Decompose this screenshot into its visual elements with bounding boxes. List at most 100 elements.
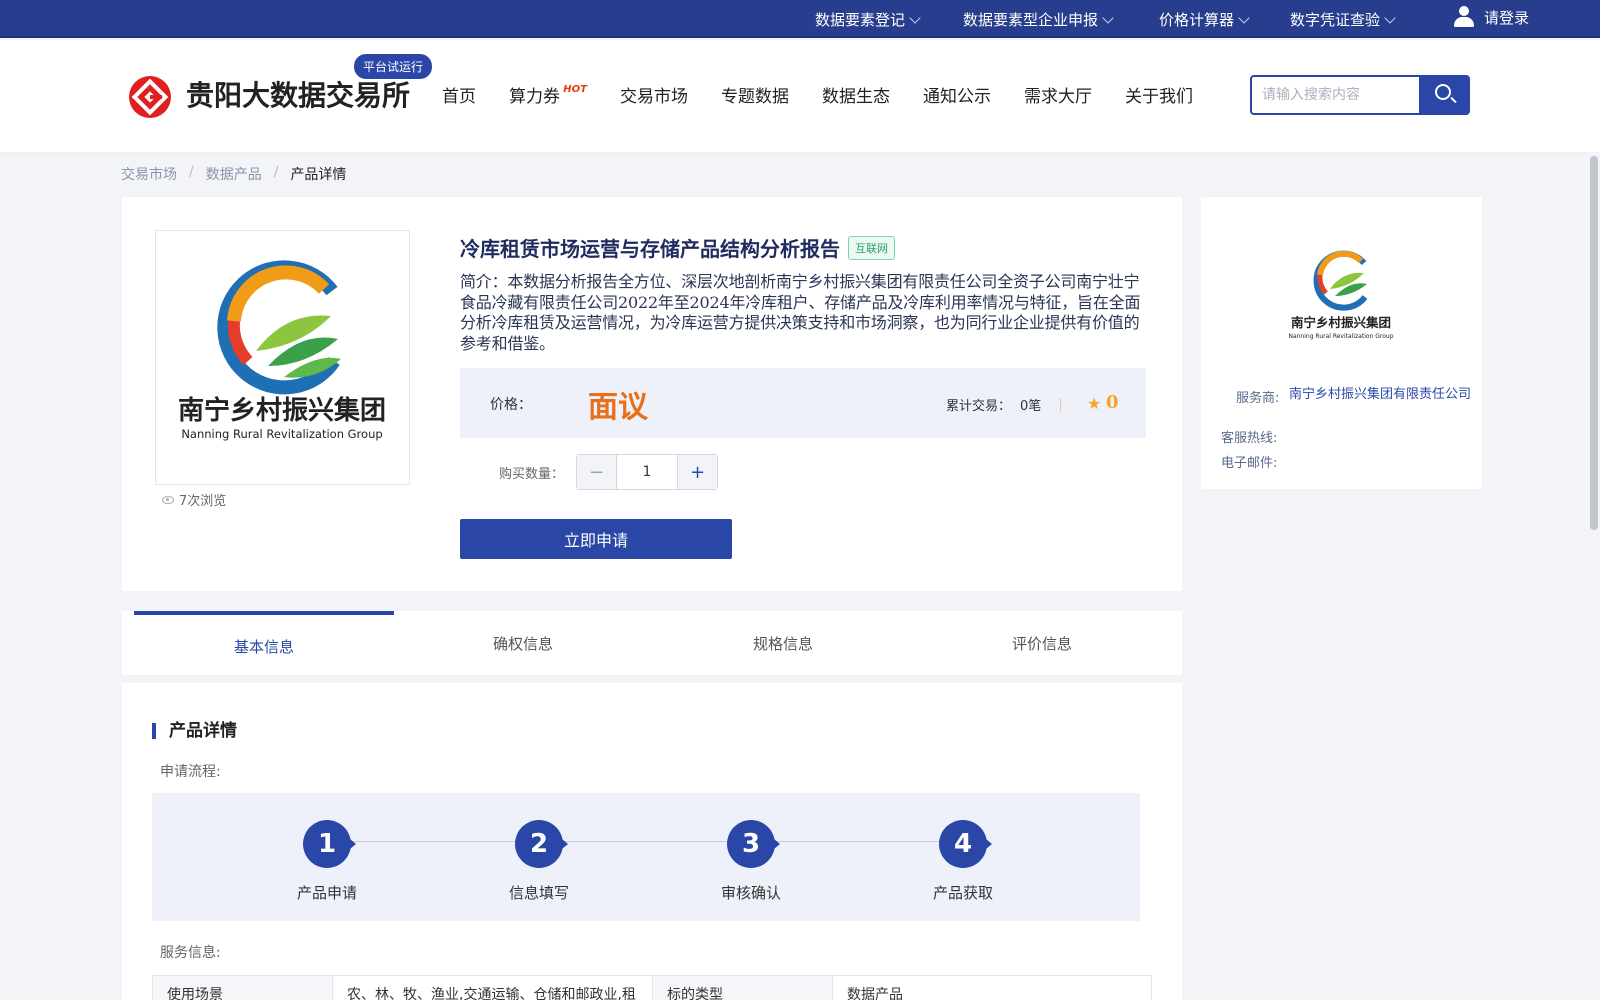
- hot-tag: HOT: [563, 84, 587, 95]
- menu-data-registration[interactable]: 数据要素登记: [815, 9, 921, 30]
- beta-badge: 平台试运行: [354, 54, 433, 79]
- service-info-table: 使用场景 农、林、牧、渔业,交通运输、仓储和邮政业,租 标的类型 数据产品: [152, 975, 1152, 1000]
- increment-button[interactable]: +: [677, 455, 717, 489]
- tab-rights-info[interactable]: 确权信息: [393, 611, 653, 675]
- price-value: 面议: [588, 390, 648, 425]
- login-label: 请登录: [1484, 8, 1530, 27]
- breadcrumb-separator: /: [273, 164, 279, 180]
- search-box: [1250, 75, 1470, 115]
- menu-price-calculator[interactable]: 价格计算器: [1159, 9, 1250, 30]
- nav-ecosystem[interactable]: 数据生态: [822, 82, 890, 107]
- provider-logo: 南宁乡村振兴集团 Nanning Rural Revitalization Gr…: [1288, 250, 1394, 340]
- product-description: 简介：本数据分析报告全方位、深层次地剖析南宁乡村振兴集团有限责任公司全资子公司南…: [460, 272, 1141, 353]
- flow-label: 申请流程:: [160, 764, 221, 780]
- nav-demand-hall[interactable]: 需求大厅: [1024, 82, 1092, 107]
- divider: [1060, 398, 1061, 412]
- product-detail-section: 产品详情 申请流程: 1 产品申请 2 信息填写 3 审核确认 4 产品获取 服…: [122, 683, 1182, 1000]
- breadcrumb: 交易市场 / 数据产品 / 产品详情: [121, 164, 346, 184]
- menu-label: 数据要素登记: [815, 11, 906, 29]
- step-4: 4 产品获取: [903, 820, 1023, 903]
- nav-market[interactable]: 交易市场: [620, 82, 688, 107]
- logo-caption-en: Nanning Rural Revitalization Group: [181, 427, 382, 441]
- provider-card: 南宁乡村振兴集团 Nanning Rural Revitalization Gr…: [1201, 197, 1482, 489]
- trade-count-value: 0笔: [1020, 399, 1042, 414]
- nav-notices[interactable]: 通知公示: [923, 82, 991, 107]
- logo-caption-cn: 南宁乡村振兴集团: [178, 395, 386, 426]
- product-card: 南宁乡村振兴集团 Nanning Rural Revitalization Gr…: [122, 197, 1182, 591]
- step-1: 1 产品申请: [267, 820, 387, 903]
- top-utility-bar: 数据要素登记 数据要素型企业申报 价格计算器 数字凭证查验 请登录: [0, 0, 1600, 38]
- step-label: 信息填写: [508, 884, 569, 902]
- login-link[interactable]: 请登录: [1454, 6, 1529, 28]
- trade-count-label: 累计交易：: [946, 399, 1012, 414]
- step-label: 产品获取: [932, 884, 993, 902]
- nav-home[interactable]: 首页: [442, 82, 476, 107]
- table-row: 使用场景 农、林、牧、渔业,交通运输、仓储和邮政业,租 标的类型 数据产品: [152, 975, 1152, 1000]
- step-number: 4: [939, 820, 992, 868]
- email-label: 电子邮件:: [1221, 456, 1278, 471]
- menu-enterprise-declaration[interactable]: 数据要素型企业申报: [963, 9, 1114, 30]
- exchange-logo-icon[interactable]: [128, 75, 172, 119]
- rating-value: 0: [1106, 392, 1119, 413]
- step-3: 3 审核确认: [691, 820, 811, 903]
- breadcrumb-separator: /: [189, 164, 194, 180]
- flow-connector: [347, 841, 957, 842]
- nav-compute-voucher[interactable]: 算力券 HOT: [509, 82, 587, 107]
- tab-review-info[interactable]: 评价信息: [912, 611, 1172, 675]
- service-provider-link[interactable]: 南宁乡村振兴集团有限责任公司: [1289, 387, 1474, 403]
- apply-now-button[interactable]: 立即申请: [460, 519, 732, 559]
- chevron-down-icon: [1238, 11, 1250, 24]
- page-scrollbar[interactable]: [1588, 152, 1600, 1000]
- main-header: 贵阳大数据交易所 平台试运行 首页 算力券 HOT 交易市场 专题数据 数据生态 …: [0, 40, 1600, 152]
- menu-label: 数字凭证查验: [1290, 11, 1381, 29]
- step-label: 审核确认: [720, 884, 781, 902]
- main-nav: 首页 算力券 HOT 交易市场 专题数据 数据生态 通知公示 需求大厅 关于我们: [442, 82, 1226, 107]
- chevron-down-icon: [909, 11, 921, 24]
- menu-label: 价格计算器: [1159, 11, 1235, 29]
- tab-spec-info[interactable]: 规格信息: [653, 611, 913, 675]
- title-text: 冷库租赁市场运营与存储产品结构分析报告: [460, 237, 840, 261]
- process-flow: 1 产品申请 2 信息填写 3 审核确认 4 产品获取: [152, 793, 1140, 921]
- view-count: 7次浏览: [162, 490, 226, 509]
- step-number: 2: [515, 820, 568, 868]
- hotline-label: 客服热线:: [1221, 431, 1278, 446]
- step-number: 1: [303, 820, 356, 868]
- industry-tag: 互联网: [848, 235, 895, 260]
- brand-name[interactable]: 贵阳大数据交易所: [186, 74, 410, 114]
- section-title: 产品详情: [152, 723, 237, 740]
- search-button[interactable]: [1419, 75, 1469, 115]
- step-number: 3: [727, 820, 780, 868]
- detail-tabs: 基本信息 确权信息 规格信息 评价信息: [122, 611, 1182, 675]
- quantity-label: 购买数量：: [499, 467, 565, 482]
- breadcrumb-market[interactable]: 交易市场: [121, 164, 177, 184]
- decrement-button[interactable]: −: [577, 455, 617, 489]
- chevron-down-icon: [1384, 11, 1396, 24]
- quantity-input[interactable]: 1: [617, 455, 677, 489]
- provider-logo-caption-cn: 南宁乡村振兴集团: [1291, 315, 1391, 330]
- step-label: 产品申请: [296, 884, 357, 902]
- breadcrumb-data-products[interactable]: 数据产品: [206, 164, 262, 184]
- service-provider-label: 服务商:: [1236, 391, 1280, 406]
- product-title: 冷库租赁市场运营与存储产品结构分析报告 互联网: [460, 233, 895, 262]
- eye-icon: [162, 495, 174, 504]
- quantity-stepper: − 1 +: [576, 454, 718, 490]
- views-text: 7次浏览: [179, 494, 227, 509]
- scrollbar-thumb[interactable]: [1590, 156, 1598, 530]
- star-icon: ★: [1087, 394, 1102, 413]
- price-label: 价格：: [490, 397, 532, 413]
- table-cell-key: 标的类型: [652, 975, 833, 1000]
- product-image: 南宁乡村振兴集团 Nanning Rural Revitalization Gr…: [155, 230, 410, 485]
- table-cell-value: 农、林、牧、渔业,交通运输、仓储和邮政业,租: [332, 975, 653, 1000]
- menu-voucher-check[interactable]: 数字凭证查验: [1290, 9, 1396, 30]
- search-input[interactable]: [1262, 85, 1412, 105]
- company-logo: 南宁乡村振兴集团 Nanning Rural Revitalization Gr…: [178, 260, 386, 441]
- table-cell-value: 数据产品: [832, 975, 1152, 1000]
- price-panel: 价格： 面议 累计交易： 0笔 ★ 0: [460, 368, 1146, 438]
- nav-special-data[interactable]: 专题数据: [721, 82, 789, 107]
- table-cell-key: 使用场景: [152, 975, 333, 1000]
- nav-about[interactable]: 关于我们: [1125, 82, 1193, 107]
- provider-logo-caption-en: Nanning Rural Revitalization Group: [1288, 333, 1393, 340]
- user-icon: [1454, 6, 1474, 28]
- tab-basic-info[interactable]: 基本信息: [134, 611, 394, 675]
- step-2: 2 信息填写: [479, 820, 599, 903]
